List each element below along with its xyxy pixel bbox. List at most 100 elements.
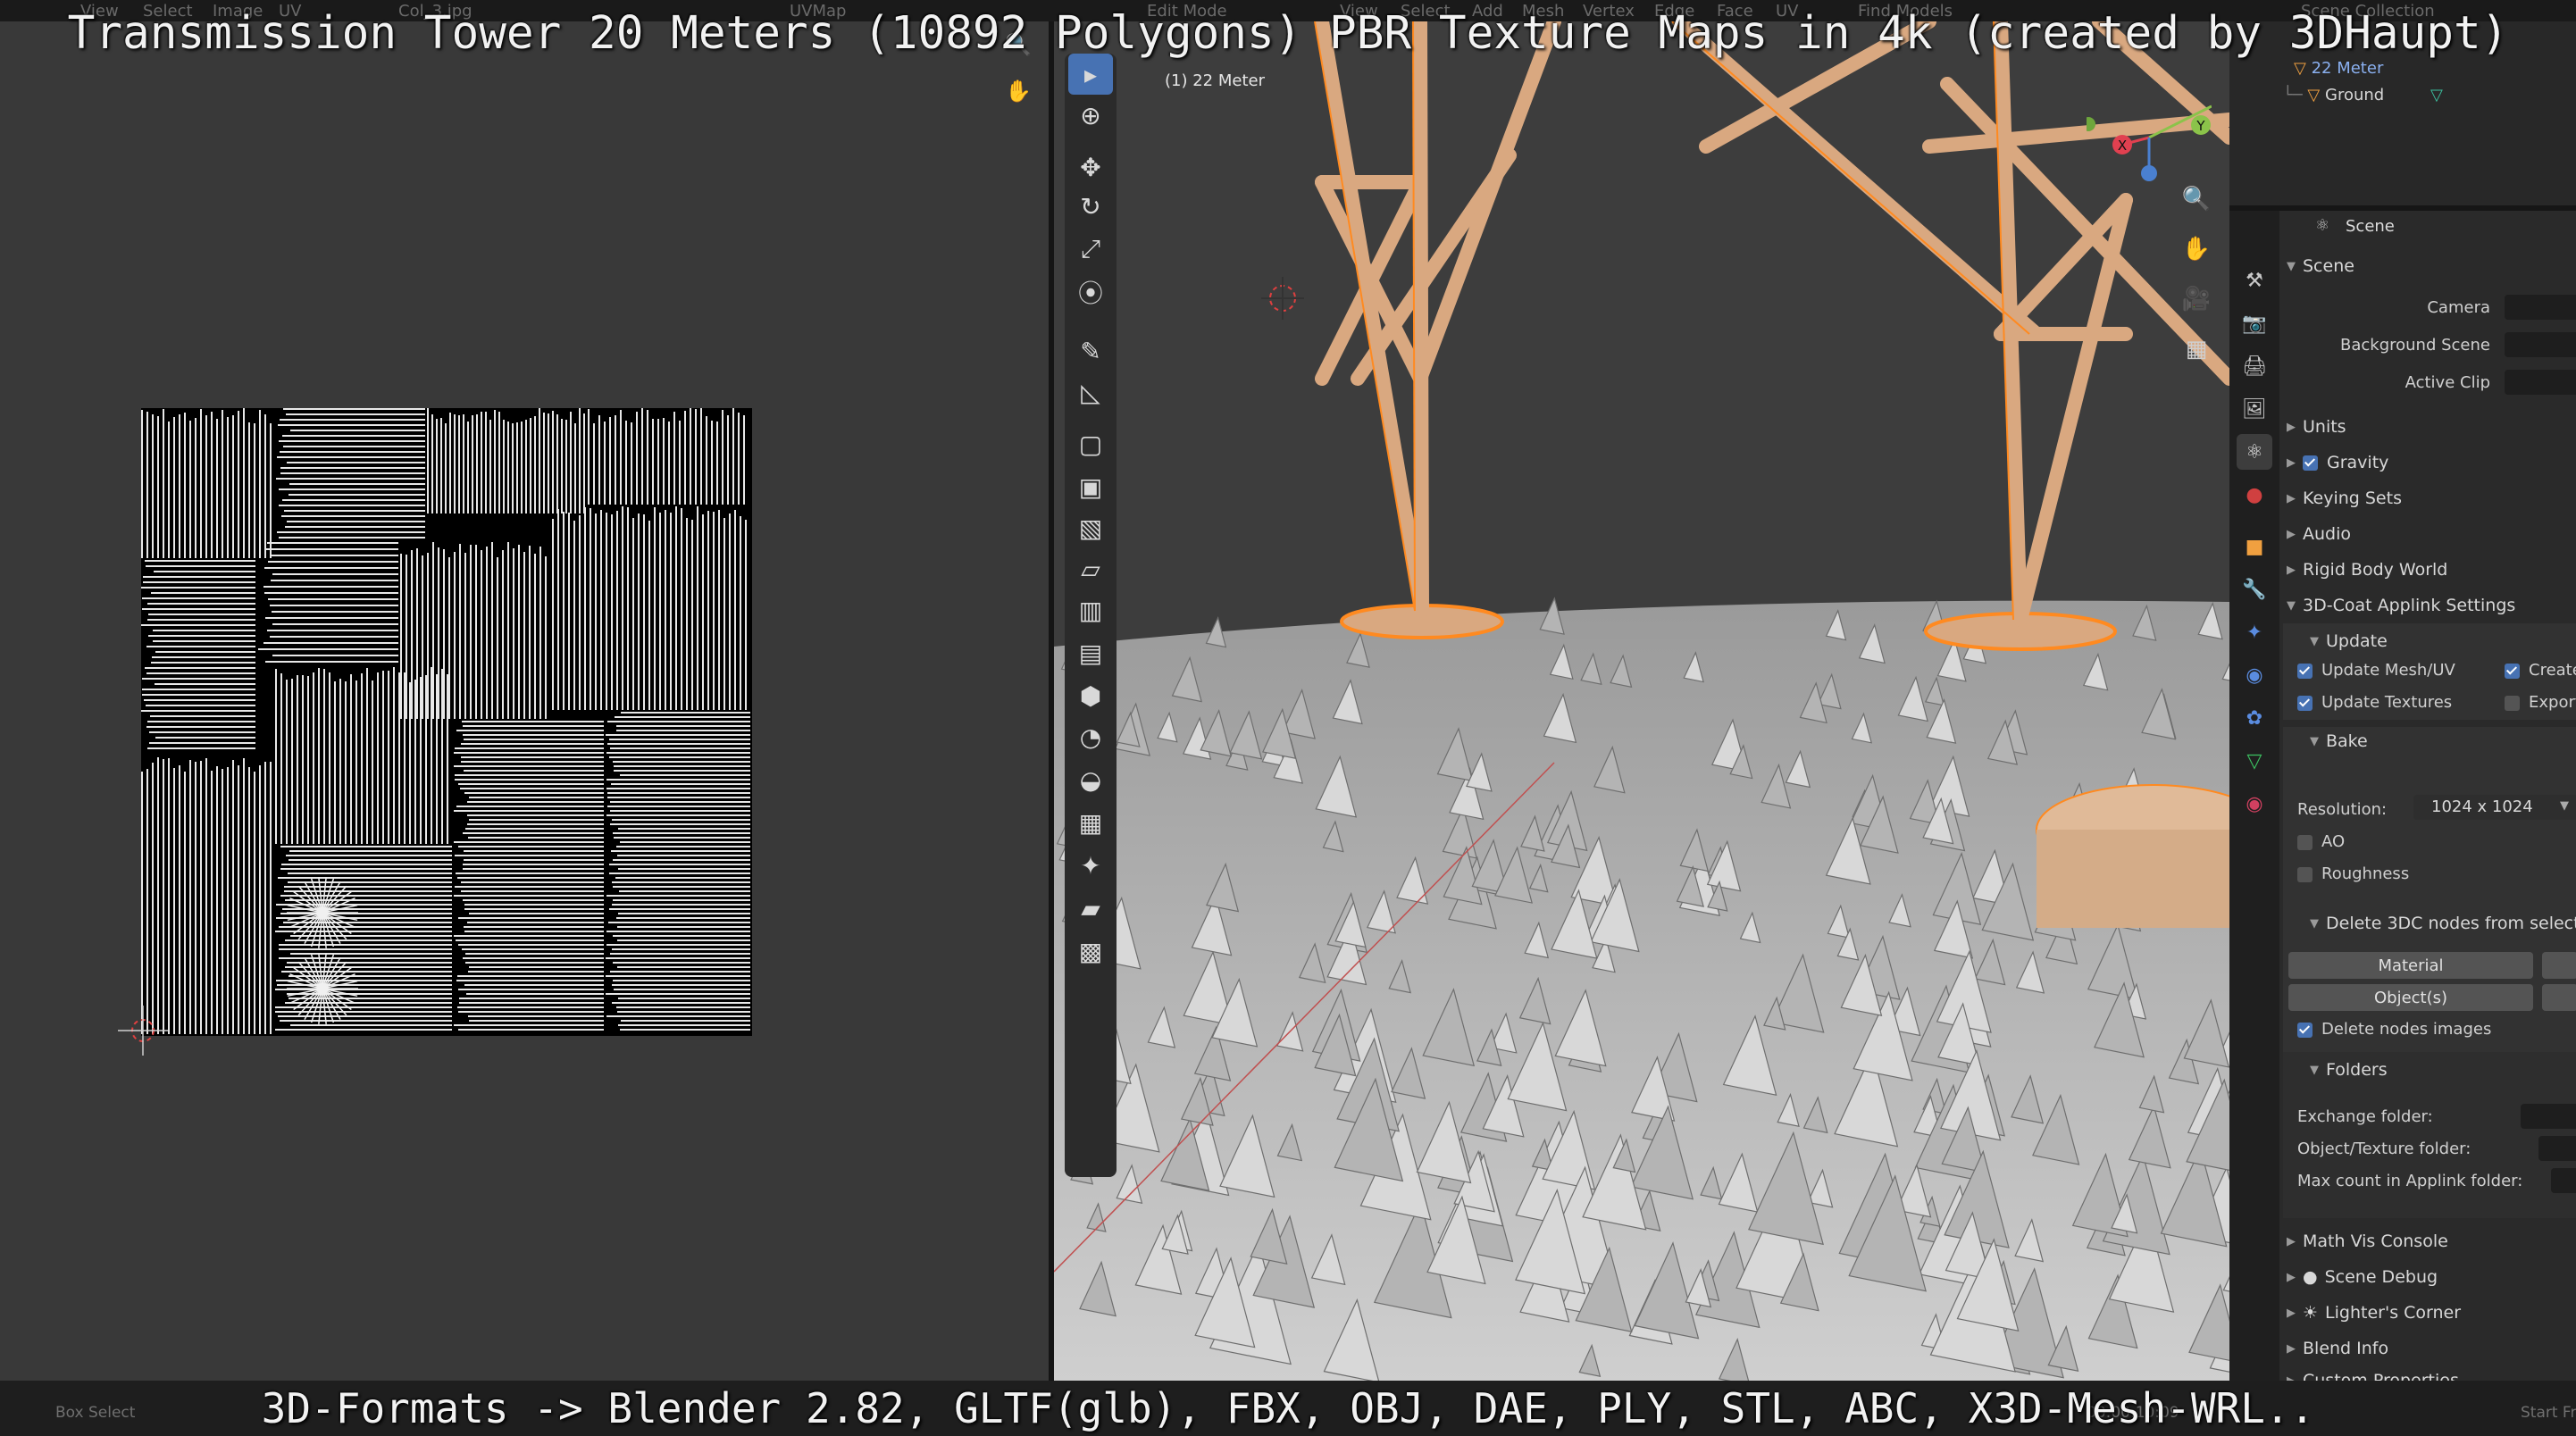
update-mesh-checkbox — [2297, 663, 2313, 679]
hand-pan-icon[interactable]: ✋ — [2176, 229, 2217, 270]
scene-tab-icon[interactable]: ⚛ — [2237, 434, 2272, 470]
camera-field[interactable] — [2505, 295, 2576, 320]
ao-option[interactable]: AO — [2297, 832, 2345, 851]
active-clip-field[interactable] — [2505, 370, 2576, 395]
chevron-down-icon: ▼ — [2560, 799, 2569, 813]
measure-icon[interactable]: ◺ — [1068, 372, 1113, 413]
camera-view-icon[interactable]: 🎥 — [2176, 279, 2217, 320]
transform-icon[interactable]: ⦿ — [1068, 271, 1113, 313]
resolution-label: Resolution: — [2297, 800, 2388, 819]
outliner-item-ground[interactable]: └─ ▽ Ground ▽ — [2283, 86, 2443, 104]
exchange-folder-label: Exchange folder: — [2297, 1107, 2433, 1126]
zoom-icon[interactable]: 🔍 — [2176, 179, 2217, 220]
scale-icon[interactable]: ⤢ — [1068, 229, 1113, 270]
tool-tab-icon[interactable]: ⚒ — [2237, 263, 2272, 298]
gizmo-x-label: X — [2118, 138, 2127, 154]
extrude-icon[interactable]: ▣ — [1068, 466, 1113, 507]
uv-editor[interactable]: 🔍 ✋ — [0, 21, 1049, 1381]
create-checkbox — [2505, 663, 2520, 679]
update-mesh-option[interactable]: Update Mesh/UV — [2297, 661, 2455, 680]
roughness-option[interactable]: Roughness — [2297, 864, 2409, 883]
uv-islands — [141, 408, 750, 1034]
mesh-triangle-icon: ▽ — [2307, 86, 2321, 104]
panel-rigid-body-world[interactable]: ▶ Rigid Body World — [2287, 555, 2447, 584]
edge-slide-icon[interactable]: ▦ — [1068, 802, 1113, 843]
collapsed-arrow-icon: ▶ — [2287, 563, 2296, 577]
max-count-field[interactable] — [2551, 1168, 2576, 1193]
poly-build-icon[interactable]: ⬢ — [1068, 675, 1113, 716]
panel-blend-info[interactable]: ▶ Blend Info — [2287, 1334, 2388, 1363]
update-textures-option[interactable]: Update Textures — [2297, 693, 2452, 712]
object-texture-folder-field[interactable] — [2538, 1136, 2576, 1161]
panel-lighters-corner[interactable]: ▶ ☀ Lighter's Corner — [2287, 1298, 2461, 1327]
modifier-tab-icon[interactable]: 🔧 — [2237, 572, 2272, 607]
view-layer-tab-icon[interactable]: 🖼 — [2237, 391, 2272, 427]
material-extra-button[interactable] — [2542, 952, 2576, 979]
panel-keying-sets[interactable]: ▶ Keying Sets — [2287, 484, 2402, 513]
background-scene-field[interactable] — [2505, 332, 2576, 357]
create-option[interactable]: Create — [2505, 661, 2576, 680]
output-tab-icon[interactable]: 🖨 — [2237, 348, 2272, 384]
delete-images-option[interactable]: Delete nodes images — [2297, 1020, 2491, 1039]
gravity-checkbox[interactable] — [2303, 455, 2318, 471]
navigation-gizmo[interactable]: X Y — [2087, 57, 2212, 182]
knife-icon[interactable]: ▤ — [1068, 632, 1113, 673]
particles-tab-icon[interactable]: ✦ — [2237, 614, 2272, 650]
panel-math-vis-console[interactable]: ▶ Math Vis Console — [2287, 1227, 2448, 1256]
panel-scene[interactable]: ▼ Scene — [2287, 252, 2354, 280]
ortho-grid-icon[interactable]: ▦ — [2176, 329, 2217, 370]
dot-icon: ● — [2303, 1267, 2318, 1287]
spin-icon[interactable]: ◔ — [1068, 716, 1113, 757]
rip-icon[interactable]: ▩ — [1068, 931, 1113, 972]
max-count-label: Max count in Applink folder: — [2297, 1172, 2523, 1190]
2d-cursor-icon — [118, 1006, 168, 1056]
shrink-fatten-icon[interactable]: ✦ — [1068, 845, 1113, 886]
3d-viewport[interactable]: (1) 22 Meter ▸ ⊕ ✥ ↻ ⤢ ⦿ ✎ ◺ ▢ ▣ ▧ ▱ ▥ ▤ ⬢ ◔ ◒ ▦ ✦ ▰ ▩ X Y 🔍… — [1054, 21, 2229, 1381]
update-textures-checkbox — [2297, 695, 2313, 711]
add-cube-icon[interactable]: ▢ — [1068, 423, 1113, 464]
panel-units[interactable]: ▶ Units — [2287, 413, 2346, 441]
properties-tab-bar: ⚒ 📷 🖨 🖼 ⚛ ● ■ 🔧 ✦ ◉ ✿ ▽ ◉ — [2229, 211, 2279, 1381]
annotate-icon[interactable]: ✎ — [1068, 330, 1113, 372]
physics-tab-icon[interactable]: ◉ — [2237, 657, 2272, 693]
panel-scene-debug[interactable]: ▶ ● Scene Debug — [2287, 1263, 2438, 1291]
rotate-icon[interactable]: ↻ — [1068, 186, 1113, 227]
subpanel-update[interactable]: ▼ Update — [2310, 627, 2388, 655]
properties-editor[interactable]: ⚛ Scene ▼ Scene Camera Background Scene A… — [2279, 211, 2576, 1381]
shear-icon[interactable]: ▰ — [1068, 888, 1113, 929]
panel-custom-properties[interactable]: ▶ Custom Properties — [2287, 1366, 2459, 1381]
subpanel-folders[interactable]: ▼ Folders — [2310, 1056, 2388, 1084]
outliner-item-22-meter[interactable]: ▽ 22 Meter — [2294, 59, 2383, 78]
smooth-icon[interactable]: ◒ — [1068, 759, 1113, 800]
sun-icon: ☀ — [2303, 1303, 2319, 1323]
constraints-tab-icon[interactable]: ✿ — [2237, 700, 2272, 736]
loop-cut-icon[interactable]: ▥ — [1068, 589, 1113, 630]
cursor-icon[interactable]: ⊕ — [1068, 95, 1113, 136]
inset-icon[interactable]: ▧ — [1068, 507, 1113, 548]
export-option[interactable]: Export — [2505, 693, 2576, 712]
data-tab-icon[interactable]: ▽ — [2237, 743, 2272, 779]
objects-button[interactable]: Object(s) — [2288, 984, 2533, 1011]
panel-applink-settings[interactable]: ▼ 3D-Coat Applink Settings — [2287, 591, 2515, 620]
properties-context-label: Scene — [2346, 217, 2395, 236]
expanded-arrow-icon: ▼ — [2287, 259, 2296, 273]
material-button[interactable]: Material — [2288, 952, 2533, 979]
resolution-dropdown[interactable]: 1024 x 1024 ▼ — [2413, 795, 2576, 820]
export-checkbox — [2505, 695, 2520, 711]
object-tab-icon[interactable]: ■ — [2237, 529, 2272, 564]
camera-label: Camera — [2427, 298, 2490, 317]
render-tab-icon[interactable]: 📷 — [2237, 305, 2272, 341]
subpanel-bake[interactable]: ▼ Bake — [2310, 727, 2368, 756]
hand-pan-icon[interactable]: ✋ — [1000, 73, 1036, 109]
world-tab-icon[interactable]: ● — [2237, 477, 2272, 513]
panel-gravity[interactable]: ▶ Gravity — [2287, 448, 2388, 477]
object-texture-folder-label: Object/Texture folder: — [2297, 1140, 2471, 1158]
objects-extra-button[interactable] — [2542, 984, 2576, 1011]
bevel-icon[interactable]: ▱ — [1068, 548, 1113, 589]
panel-audio[interactable]: ▶ Audio — [2287, 520, 2351, 548]
exchange-folder-field[interactable] — [2521, 1104, 2576, 1129]
subpanel-delete-3dc-nodes[interactable]: ▼ Delete 3DC nodes from selected — [2310, 909, 2576, 938]
material-tab-icon[interactable]: ◉ — [2237, 786, 2272, 822]
move-icon[interactable]: ✥ — [1068, 146, 1113, 188]
delete-images-checkbox — [2297, 1022, 2313, 1038]
